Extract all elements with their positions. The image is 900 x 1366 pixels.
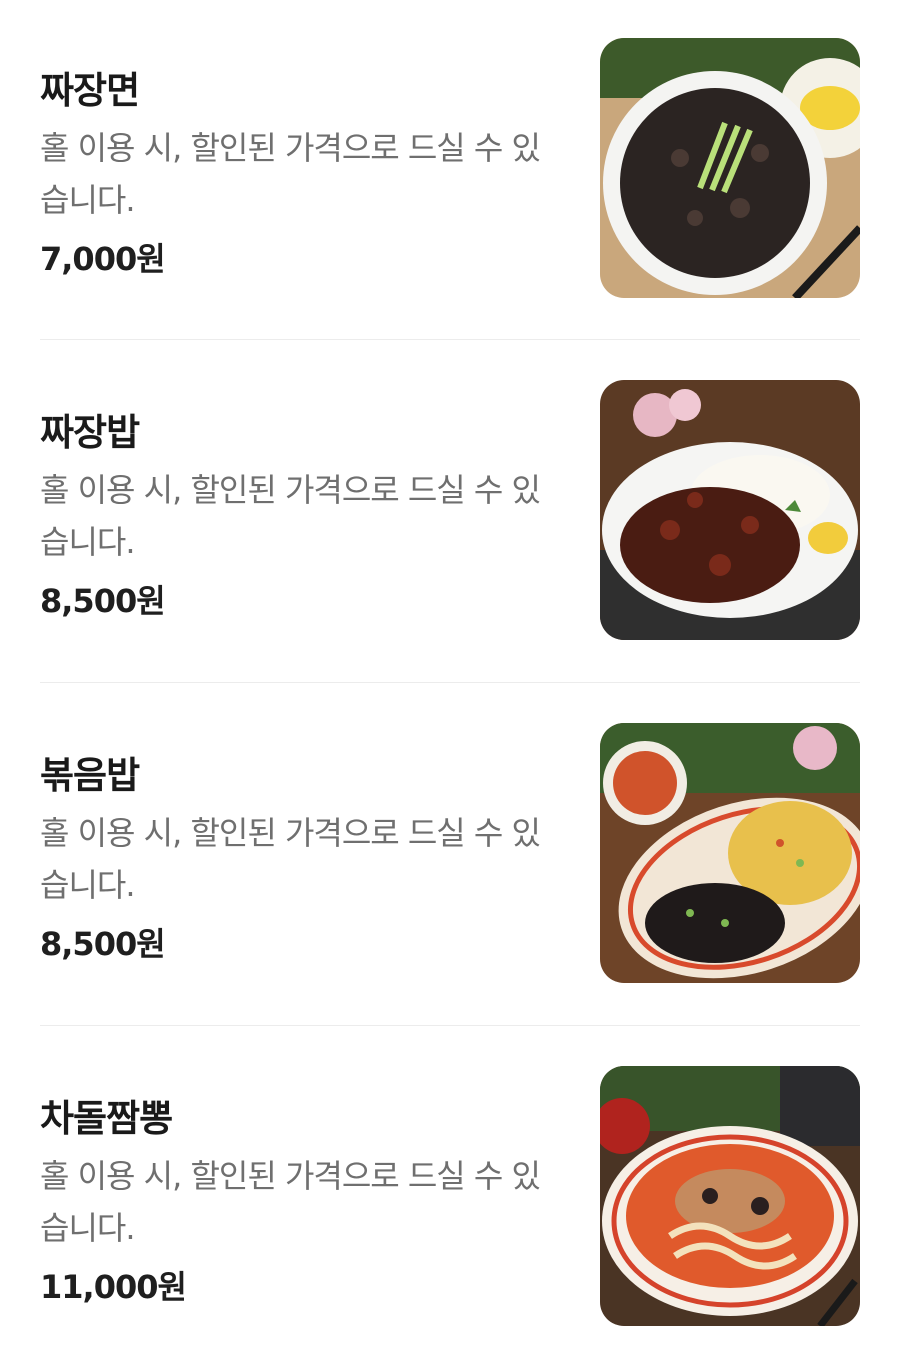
menu-item-jajangmyeon[interactable]: 짜장면 홀 이용 시, 할인된 가격으로 드실 수 있습니다. 7,000원 (40, 38, 860, 338)
menu-item-price: 11,000원 (40, 1268, 187, 1306)
chadol-jjamppong-photo[interactable] (600, 1066, 860, 1326)
menu-item-jajangbap[interactable]: 짜장밥 홀 이용 시, 할인된 가격으로 드실 수 있습니다. 8,500원 (40, 380, 860, 680)
menu-item-fried-rice[interactable]: 볶음밥 홀 이용 시, 할인된 가격으로 드실 수 있습니다. 8,500원 (40, 723, 860, 1023)
fried-rice-photo[interactable] (600, 723, 860, 983)
menu-item-price: 7,000원 (40, 240, 166, 278)
menu-item-description: 홀 이용 시, 할인된 가격으로 드실 수 있습니다. (40, 471, 541, 561)
menu-item-name: 짜장밥 (40, 411, 140, 454)
divider (40, 682, 860, 683)
menu-list: 짜장면 홀 이용 시, 할인된 가격으로 드실 수 있습니다. 7,000원 짜… (0, 0, 900, 1365)
menu-item-chadol-jjamppong[interactable]: 차돌짬뽕 홀 이용 시, 할인된 가격으로 드실 수 있습니다. 11,000원 (40, 1066, 860, 1366)
menu-item-name: 차돌짬뽕 (40, 1097, 173, 1140)
menu-item-description: 홀 이용 시, 할인된 가격으로 드실 수 있습니다. (40, 1157, 541, 1247)
menu-item-name: 볶음밥 (40, 754, 140, 797)
menu-item-description: 홀 이용 시, 할인된 가격으로 드실 수 있습니다. (40, 814, 541, 904)
menu-item-price: 8,500원 (40, 582, 166, 620)
divider (40, 339, 860, 340)
jajangbap-photo[interactable] (600, 380, 860, 640)
menu-item-name: 짜장면 (40, 69, 140, 112)
menu-item-price: 8,500원 (40, 925, 166, 963)
divider (40, 1025, 860, 1026)
menu-item-description: 홀 이용 시, 할인된 가격으로 드실 수 있습니다. (40, 129, 541, 219)
jajangmyeon-photo[interactable] (600, 38, 860, 298)
